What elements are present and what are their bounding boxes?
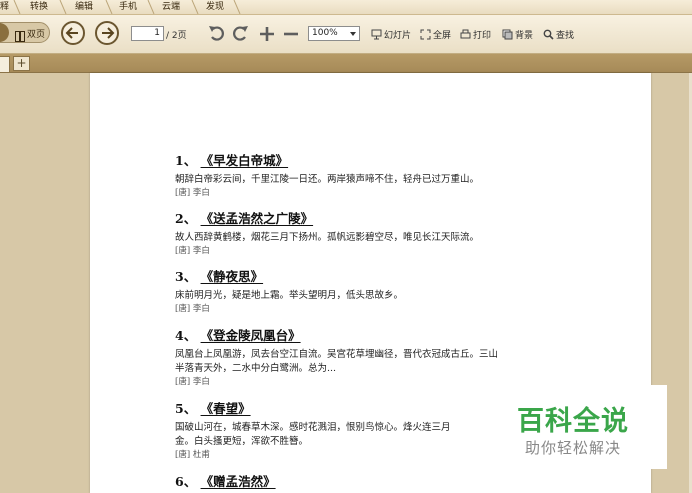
menu-separator: [146, 0, 156, 14]
menu-tab-cloud[interactable]: 云端: [162, 0, 180, 14]
poem-text: 故人西辞黄鹤楼，烟花三月下扬州。孤帆远影碧空尽，唯见长江天际流。: [175, 232, 480, 243]
poem-title: 2、 《送孟浩然之广陵》: [175, 211, 314, 226]
poem-text: 朝辞白帝彩云间，千里江陵一日还。两岸猿声啼不住，轻舟已过万重山。: [175, 174, 480, 185]
arrow-right-icon: [102, 27, 115, 39]
menu-tab-comment[interactable]: 释: [0, 0, 9, 14]
poem-item: 5、 《春望》 国破山河在，城春草木深。感时花溅泪，恨别鸟惊心。烽火连三月 金。…: [175, 398, 451, 461]
poem-author: [唐] 李白: [175, 304, 210, 314]
menu-bar: 释 转换 编辑 手机 云端 发现: [0, 0, 692, 15]
poem-title: 3、 《静夜思》: [175, 269, 264, 284]
document-tab[interactable]: [0, 56, 10, 73]
background-icon: [502, 29, 513, 43]
slideshow-icon: [371, 29, 382, 43]
poem-item: 4、 《登金陵凤凰台》 凤凰台上凤凰游，凤去台空江自流。吴宫花草埋幽径，晋代衣冠…: [175, 325, 498, 388]
poem-author: [唐] 李白: [175, 246, 210, 256]
find-label: 查找: [556, 31, 575, 41]
menu-separator: [232, 0, 242, 14]
arrow-left-icon: [65, 27, 78, 39]
fullscreen-icon: [420, 29, 431, 43]
print-label: 打印: [473, 31, 492, 41]
search-icon: [543, 29, 554, 43]
slideshow-button[interactable]: 幻灯片: [371, 28, 411, 43]
poem-line: 金。白头搔更短，浑欲不胜簪。: [175, 436, 309, 447]
menu-separator: [190, 0, 200, 14]
menu-tab-mobile[interactable]: 手机: [119, 0, 137, 14]
rotate-left-icon[interactable]: [208, 25, 226, 47]
watermark-logo-text: 百科全说: [517, 406, 629, 437]
printer-icon: [460, 29, 471, 43]
page-number-input[interactable]: 1: [131, 26, 164, 41]
add-tab-button[interactable]: +: [13, 56, 30, 71]
next-page-button[interactable]: [95, 21, 119, 45]
poem-author: [唐] 李白: [175, 188, 210, 198]
slideshow-label: 幻灯片: [384, 31, 412, 41]
poem-title: 4、 《登金陵凤凰台》: [175, 328, 301, 343]
zoom-value: 100%: [312, 28, 338, 38]
poem-text: 凤凰台上凤凰游，凤去台空江自流。吴宫花草埋幽径，晋代衣冠成古丘。三山 半落青天外…: [175, 348, 498, 376]
fullscreen-button[interactable]: 全屏: [420, 28, 451, 43]
poem-text: 床前明月光，疑是地上霜。举头望明月，低头思故乡。: [175, 290, 404, 301]
poem-title: 5、 《春望》: [175, 401, 251, 416]
menu-tab-convert[interactable]: 转换: [30, 0, 48, 14]
double-page-icon: [15, 27, 25, 46]
poem-item: 2、 《送孟浩然之广陵》 故人西辞黄鹤楼，烟花三月下扬州。孤帆远影碧空尽，唯见长…: [175, 208, 479, 257]
menu-separator: [58, 0, 68, 14]
poem-item: 3、 《静夜思》 床前明月光，疑是地上霜。举头望明月，低头思故乡。 [唐] 李白: [175, 266, 403, 315]
poem-author: [唐] 李白: [175, 377, 210, 387]
find-button[interactable]: 查找: [543, 28, 574, 43]
menu-separator: [12, 0, 22, 14]
single-page-segment[interactable]: [0, 23, 9, 42]
poem-title: 6、 《赠孟浩然》: [175, 474, 276, 489]
menu-tab-discover[interactable]: 发现: [206, 0, 224, 14]
poem-item: 6、 《赠孟浩然》: [175, 471, 276, 490]
zoom-in-icon[interactable]: [259, 26, 275, 46]
chevron-down-icon: [350, 32, 356, 36]
rotate-right-icon[interactable]: [231, 25, 249, 47]
poem-line: 凤凰台上凤凰游，凤去台空江自流。吴宫花草埋幽径，晋代衣冠成古丘。三山: [175, 349, 499, 360]
poem-text: 国破山河在，城春草木深。感时花溅泪，恨别鸟惊心。烽火连三月 金。白头搔更短，浑欲…: [175, 421, 451, 449]
double-page-label: 双页: [27, 30, 46, 40]
page-total-label: / 2页: [166, 31, 187, 41]
previous-page-button[interactable]: [61, 21, 85, 45]
menu-separator: [104, 0, 114, 14]
poem-author: [唐] 杜甫: [175, 450, 210, 460]
background-button[interactable]: 背景: [502, 28, 533, 43]
watermark: 百科全说 助你轻松解决: [505, 385, 667, 469]
watermark-slogan: 助你轻松解决: [525, 439, 622, 457]
zoom-select[interactable]: 100%: [308, 26, 360, 41]
poem-title: 1、 《早发白帝城》: [175, 153, 289, 168]
poem-line: 国破山河在，城春草木深。感时花溅泪，恨别鸟惊心。烽火连三月: [175, 422, 451, 433]
background-label: 背景: [515, 31, 534, 41]
document-tab-strip: +: [0, 54, 692, 73]
fullscreen-label: 全屏: [433, 31, 452, 41]
poem-item: 1、 《早发白帝城》 朝辞白帝彩云间，千里江陵一日还。两岸猿声啼不住，轻舟已过万…: [175, 150, 479, 199]
menu-tab-edit[interactable]: 编辑: [75, 0, 93, 14]
print-button[interactable]: 打印: [460, 28, 491, 43]
poem-line: 半落青天外，二水中分白鹭洲。总为...: [175, 363, 337, 374]
zoom-out-icon[interactable]: [283, 26, 299, 46]
